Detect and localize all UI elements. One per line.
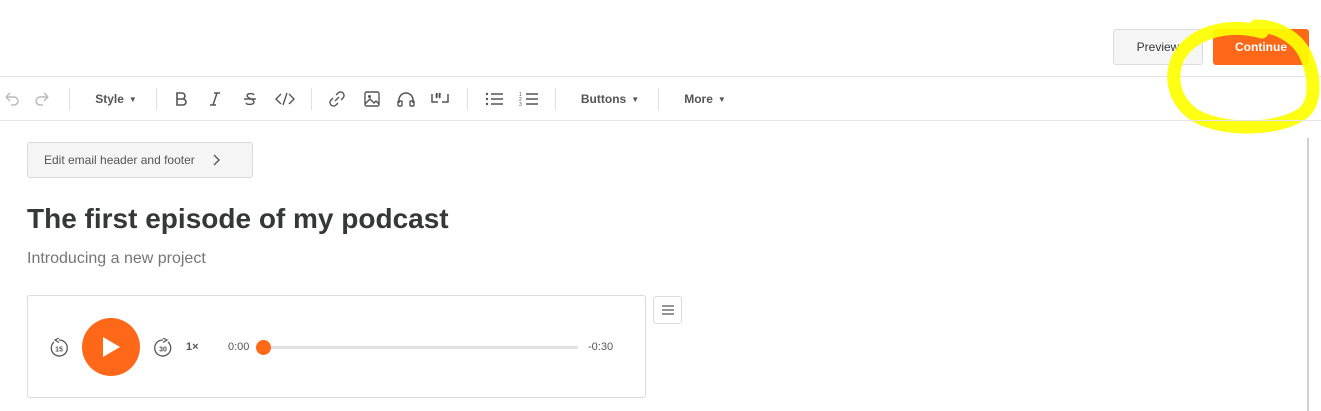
buttons-dropdown-label: Buttons xyxy=(580,92,627,106)
quote-icon[interactable] xyxy=(429,87,451,111)
scrollbar[interactable] xyxy=(1307,138,1309,411)
toolbar-divider xyxy=(658,88,659,110)
code-icon[interactable] xyxy=(273,87,297,111)
post-title[interactable]: The first episode of my podcast xyxy=(27,203,449,235)
remaining-time: -0:30 xyxy=(588,341,614,353)
toolbar-divider xyxy=(467,88,468,110)
undo-icon[interactable] xyxy=(0,87,22,111)
chevron-right-icon xyxy=(213,154,220,166)
strikethrough-icon[interactable] xyxy=(239,87,261,111)
preview-button[interactable]: Preview xyxy=(1113,29,1203,65)
svg-text:30: 30 xyxy=(159,347,167,354)
audio-icon[interactable] xyxy=(395,87,417,111)
redo-icon[interactable] xyxy=(32,87,54,111)
progress-bar[interactable] xyxy=(256,340,578,355)
edit-email-header-label: Edit email header and footer xyxy=(44,153,195,167)
menu-icon xyxy=(661,305,674,315)
bullet-list-icon[interactable] xyxy=(483,87,505,111)
caret-down-icon: ▼ xyxy=(128,94,137,104)
toolbar-divider xyxy=(156,88,157,110)
playback-speed-button[interactable]: 1× xyxy=(186,341,199,353)
style-dropdown[interactable]: Style ▼ xyxy=(93,87,139,111)
caret-down-icon: ▼ xyxy=(631,94,640,104)
bold-icon[interactable] xyxy=(170,87,192,111)
skip-forward-30-icon[interactable]: 30 xyxy=(153,338,173,358)
skip-back-15-icon[interactable]: 15 xyxy=(49,338,69,358)
block-menu-button[interactable] xyxy=(653,296,682,324)
buttons-dropdown[interactable]: Buttons ▼ xyxy=(579,87,641,111)
image-icon[interactable] xyxy=(361,87,383,111)
more-dropdown-label: More xyxy=(684,92,713,106)
audio-player: 15 30 1× 0:00 -0:30 xyxy=(27,295,646,398)
svg-text:15: 15 xyxy=(55,347,63,354)
formatting-toolbar: Style ▼ 123 Buttons ▼ More ▼ xyxy=(0,77,1321,121)
caret-down-icon: ▼ xyxy=(717,94,726,104)
italic-icon[interactable] xyxy=(204,87,226,111)
toolbar-divider xyxy=(311,88,312,110)
link-icon[interactable] xyxy=(326,87,348,111)
play-button[interactable] xyxy=(82,318,140,376)
post-subtitle[interactable]: Introducing a new project xyxy=(27,250,206,268)
style-dropdown-label: Style xyxy=(95,92,124,106)
play-icon xyxy=(103,337,120,357)
numbered-list-icon[interactable]: 123 xyxy=(518,87,540,111)
toolbar-divider xyxy=(69,88,70,110)
continue-button[interactable]: Continue xyxy=(1213,29,1309,65)
more-dropdown[interactable]: More ▼ xyxy=(682,87,728,111)
current-time: 0:00 xyxy=(228,341,250,353)
progress-thumb[interactable] xyxy=(256,340,271,355)
svg-text:3: 3 xyxy=(519,102,522,107)
top-bar: Preview Continue xyxy=(0,0,1321,77)
edit-email-header-button[interactable]: Edit email header and footer xyxy=(27,142,253,178)
toolbar-divider xyxy=(555,88,556,110)
